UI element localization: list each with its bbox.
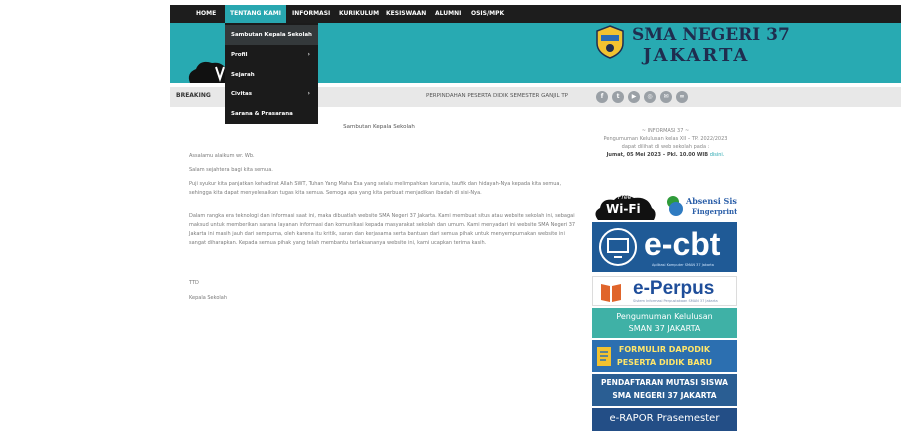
dapodik-line1: FORMULIR DAPODIK	[618, 345, 711, 354]
nav-kesiswaan[interactable]: KESISWAAN	[386, 5, 426, 23]
fingerprint-icon	[667, 196, 683, 216]
dropdown-item-sambutan[interactable]: Sambutan Kepala Sekolah	[225, 25, 318, 45]
school-emblem-icon	[596, 25, 624, 59]
rapor-banner[interactable]: e-RAPOR Prasemester	[592, 408, 737, 431]
sidebar-gutter	[743, 107, 901, 431]
brand-line2: JAKARTA	[643, 45, 750, 66]
breaking-ticker[interactable]: PERPINDAHAN PESERTA DIDIK SEMESTER GANJI…	[426, 93, 568, 99]
nav-osis-mpk[interactable]: OSIS/MPK	[471, 5, 504, 23]
main-content: Sambutan Kepala Sekolah Assalamu alaikum…	[170, 107, 588, 431]
dropdown-item-civitas[interactable]: Civitas ›	[225, 84, 318, 104]
perpus-sub: Sistem Informasi Perpustakaan SMAN 37 Ja…	[633, 299, 718, 303]
rapor-label: e-RAPOR Prasemester	[609, 413, 720, 424]
dropdown-item-profil[interactable]: Profil ›	[225, 45, 318, 65]
book-icon	[601, 284, 621, 302]
kelulusan-banner[interactable]: Pengumuman Kelulusan SMAN 37 JAKARTA	[592, 308, 737, 338]
dropdown-item-sejarah[interactable]: Sejarah	[225, 65, 318, 85]
chevron-right-icon: ›	[307, 51, 310, 58]
main-nav: HOME TENTANG KAMI INFORMASI KURIKULUM KE…	[170, 5, 901, 23]
nav-home[interactable]: HOME	[196, 5, 216, 23]
youtube-icon[interactable]: ▶	[628, 91, 640, 103]
ecbt-banner[interactable]: e-cbt Aplikasi Komputer SMAN 37 Jakarta	[592, 222, 737, 272]
kelulusan-line1: Pengumuman Kelulusan	[616, 312, 713, 321]
facebook-icon[interactable]: f	[596, 91, 608, 103]
site-logo-icon	[188, 61, 228, 83]
kelulusan-line2: SMAN 37 JAKARTA	[628, 324, 701, 333]
instagram-icon[interactable]: ◎	[644, 91, 656, 103]
nav-kurikulum[interactable]: KURIKULUM	[339, 5, 379, 23]
nav-alumni[interactable]: ALUMNI	[435, 5, 461, 23]
info-line2: dapat dilihat di web sekolah pada :	[621, 144, 710, 150]
info-heading: ~ INFORMASI 37 ~	[641, 128, 690, 134]
info-widget: ~ INFORMASI 37 ~ Pengumuman Kelulusan ke…	[588, 127, 743, 159]
mutasi-banner[interactable]: PENDAFTARAN MUTASI SISWA SMA NEGERI 37 J…	[592, 374, 737, 406]
brand-line1: SMA NEGERI 37	[632, 25, 790, 45]
absensi-line2: Fingerprint	[692, 207, 737, 216]
wifi-label: Wi-Fi	[606, 202, 641, 216]
ecbt-sub: Aplikasi Komputer SMAN 37 Jakarta	[652, 263, 714, 267]
page-title: Sambutan Kepala Sekolah	[343, 124, 415, 130]
perpus-banner[interactable]: e-Perpus Sistem Informasi Perpustakaan S…	[592, 276, 737, 306]
salam-1: Assalamu alaikum wr. Wb.	[189, 153, 255, 159]
ecbt-label: e-cbt	[644, 226, 721, 262]
dropdown-item-sarana[interactable]: Sarana & Prasarana	[225, 104, 318, 124]
mail-icon[interactable]: ✉	[660, 91, 672, 103]
paragraph-1: Puji syukur kita panjatkan kehadirat All…	[189, 181, 562, 196]
paragraph-2: Dalam rangka era teknologi dan informasi…	[189, 213, 576, 246]
nav-informasi[interactable]: INFORMASI	[292, 5, 330, 23]
info-line1: Pengumuman Kelulusan kelas XII – TP. 202…	[603, 136, 728, 142]
kepala-sekolah-text: Kepala Sekolah	[189, 295, 228, 301]
social-bar: f t ▶ ◎ ✉ ∞	[588, 87, 901, 107]
school-brand[interactable]: SMA NEGERI 37 JAKARTA	[595, 25, 790, 73]
info-link[interactable]: disini.	[710, 152, 725, 158]
info-date: Jumat, 05 Mei 2023 – Pkl. 10.00 WIB	[606, 152, 709, 158]
mutasi-line1: PENDAFTARAN MUTASI SISWA	[601, 378, 728, 387]
nav-tentang-kami[interactable]: TENTANG KAMI	[225, 5, 287, 23]
salam-2: Salam sejahtera bagi kita semua.	[189, 167, 273, 173]
link-icon[interactable]: ∞	[676, 91, 688, 103]
twitter-icon[interactable]: t	[612, 91, 624, 103]
absensi-banner[interactable]: Free Wi-Fi Absensi Siswa Fingerprint	[592, 190, 737, 220]
dapodik-line2: PESERTA DIDIK BARU	[616, 358, 713, 367]
tentang-kami-dropdown: Sambutan Kepala Sekolah Profil › Sejarah …	[225, 23, 318, 124]
wifi-free-label: Free	[618, 194, 632, 201]
absensi-line1: Absensi Siswa	[686, 196, 737, 206]
mutasi-line2: SMA NEGERI 37 JAKARTA	[612, 391, 717, 400]
monitor-icon	[599, 228, 637, 266]
ttd-text: TTD	[189, 280, 199, 286]
perpus-label: e-Perpus	[633, 278, 715, 299]
breaking-label: BREAKING	[176, 92, 211, 99]
chevron-right-icon: ›	[307, 90, 310, 97]
dapodik-banner[interactable]: FORMULIR DAPODIK PESERTA DIDIK BARU	[592, 340, 737, 372]
